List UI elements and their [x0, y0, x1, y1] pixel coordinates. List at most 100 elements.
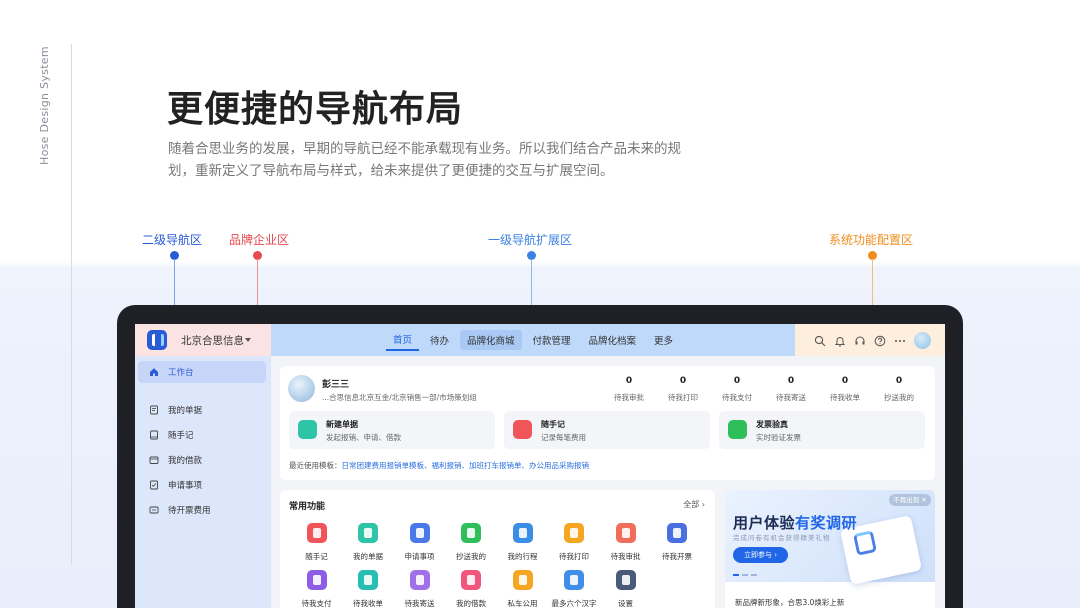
function-item[interactable]: 待我审批: [600, 523, 651, 562]
user-org: ...合思信息北京互金/北京销售一部/市场策划组: [322, 393, 477, 402]
promo-title-b: 有奖调研: [795, 514, 858, 532]
function-item[interactable]: 设置: [600, 570, 651, 608]
app-screen: 北京合思信息 首页 待办 品牌化商城 付款管理 品牌化档案 更多 工作台 我的单…: [135, 324, 945, 608]
news-item[interactable]: 新品牌新形象，合思3.0焕彩上新: [735, 597, 844, 608]
sidebar-item-label: 随手记: [168, 431, 194, 441]
stat-pending-print[interactable]: 0 待我打印: [656, 376, 710, 403]
promo-title-a: 用户体验: [733, 514, 796, 532]
sidebar-item-label: 申请事项: [168, 481, 203, 491]
function-item[interactable]: 最多六个汉字: [549, 570, 600, 608]
carousel-dot[interactable]: [751, 574, 757, 576]
function-item[interactable]: 我的单据: [343, 523, 394, 562]
function-icon: [358, 523, 378, 543]
function-label: 待我审批: [610, 552, 641, 561]
stat-pending-payment[interactable]: 0 待我支付: [710, 376, 764, 403]
document-icon: [150, 405, 158, 415]
sidebar-item-label: 工作台: [168, 368, 194, 378]
function-icon: [615, 570, 636, 590]
user-avatar[interactable]: [288, 375, 315, 402]
search-icon[interactable]: [814, 335, 826, 347]
wallet-icon: [149, 456, 159, 464]
company-name[interactable]: 北京合思信息: [181, 333, 244, 348]
document-icon: [298, 420, 317, 439]
function-item[interactable]: 申请事项: [394, 523, 445, 562]
avatar[interactable]: [914, 332, 931, 349]
stat-pending-approval[interactable]: 0 待我审批: [602, 376, 656, 403]
promo-title: 用户体验有奖调研: [733, 512, 857, 533]
function-label: 我的行程: [507, 552, 538, 561]
stat-cc-me[interactable]: 0 抄送我的: [872, 376, 926, 403]
function-item[interactable]: 待我支付: [291, 570, 342, 608]
headset-icon[interactable]: [854, 335, 866, 347]
view-all-label: 全部: [683, 500, 700, 509]
recent-template-links[interactable]: 日常团建费用报销单模板、福利报销、加班打车报销单、办公用品采购报销: [342, 461, 590, 470]
dismiss-button[interactable]: 不再出现 ✕: [889, 494, 931, 506]
function-item[interactable]: 待我打印: [549, 523, 600, 562]
notebook-icon: [150, 430, 158, 440]
view-all-link[interactable]: 全部 ›: [683, 499, 705, 510]
carousel-dots[interactable]: [733, 574, 757, 576]
function-item[interactable]: 待我寄送: [394, 570, 445, 608]
quick-action-title: 新建单据: [326, 420, 358, 429]
sidebar-item-loans[interactable]: 我的借款: [138, 449, 266, 471]
chevron-down-icon[interactable]: [245, 338, 251, 342]
function-icon: [358, 570, 378, 590]
stat-pending-mailing[interactable]: 0 待我寄送: [764, 376, 818, 403]
quick-action-new-document[interactable]: 新建单据 发起报销、申请、借款: [289, 411, 495, 449]
function-item[interactable]: 待我收单: [343, 570, 394, 608]
nav-tab-payment[interactable]: 付款管理: [526, 330, 578, 350]
system-area: [795, 324, 945, 356]
common-functions-card: 常用功能 全部 › 随手记 我的单据 申请事项 抄送我的 我的行程 待我打印 待我审批 待我开…: [280, 490, 715, 608]
function-label: 最多六个汉字: [551, 599, 597, 608]
function-item[interactable]: 我的借款: [446, 570, 497, 608]
bell-icon[interactable]: [834, 335, 846, 347]
sidebar-item-label: 我的借款: [168, 456, 203, 466]
sidebar-item-my-documents[interactable]: 我的单据: [138, 399, 266, 421]
callout-system-area: 系统功能配置区: [829, 233, 914, 247]
callout-primary-nav: 一级导航扩展区: [488, 233, 573, 247]
stats-row: 0 待我审批 0 待我打印 0 待我支付 0 待我寄送 0 待我收单 0 抄送我的: [602, 376, 926, 403]
stat-label: 待我审批: [614, 393, 644, 402]
carousel-dot[interactable]: [742, 574, 748, 576]
function-icon: [461, 523, 481, 543]
stat-pending-receipt[interactable]: 0 待我收单: [818, 376, 872, 403]
function-label: 待我支付: [301, 599, 332, 608]
nav-tab-archive[interactable]: 品牌化档案: [582, 330, 644, 350]
function-icon: [306, 570, 327, 590]
sidebar-item-applications[interactable]: 申请事项: [138, 474, 266, 496]
nav-tabs: 首页 待办 品牌化商城 付款管理 品牌化档案 更多: [271, 324, 795, 356]
sidebar-item-invoice-expenses[interactable]: 待开票费用: [138, 499, 266, 521]
function-label: 抄送我的: [456, 552, 486, 561]
join-button[interactable]: 立即参与 ›: [733, 547, 788, 563]
function-item[interactable]: 我的行程: [497, 523, 548, 562]
note-icon: [513, 420, 532, 439]
function-icon: [564, 570, 584, 590]
callout-secondary-nav: 二级导航区: [142, 233, 203, 247]
function-icon: [564, 523, 584, 543]
function-label: 待我寄送: [404, 599, 435, 608]
function-icon: [409, 523, 430, 543]
nav-tab-todo[interactable]: 待办: [423, 330, 456, 350]
function-item[interactable]: 私车公用: [497, 570, 548, 608]
stat-label: 待我寄送: [776, 393, 806, 402]
sidebar-item-notes[interactable]: 随手记: [138, 424, 266, 446]
function-item[interactable]: 待我开票: [652, 523, 703, 562]
user-name: 彭三三: [322, 380, 350, 390]
carousel-dot[interactable]: [733, 574, 739, 576]
quick-action-title: 发票验真: [756, 420, 788, 429]
more-icon[interactable]: [894, 335, 906, 347]
function-item[interactable]: 抄送我的: [446, 523, 497, 562]
function-label: 私车公用: [507, 599, 538, 608]
stat-value: 0: [787, 376, 795, 386]
quick-action-subtitle: 记录每笔费用: [541, 433, 586, 442]
section-title: 常用功能: [289, 502, 326, 512]
nav-tab-mall[interactable]: 品牌化商城: [459, 330, 522, 350]
nav-tab-home[interactable]: 首页: [385, 329, 419, 351]
function-icon: [512, 570, 533, 590]
nav-tab-more[interactable]: 更多: [647, 330, 680, 350]
help-icon[interactable]: [874, 335, 886, 347]
quick-action-notes[interactable]: 随手记 记录每笔费用: [504, 411, 710, 449]
quick-action-invoice-verify[interactable]: 发票验真 实时验证发票: [719, 411, 925, 449]
sidebar-item-workbench[interactable]: 工作台: [138, 361, 266, 383]
function-item[interactable]: 随手记: [291, 523, 342, 562]
